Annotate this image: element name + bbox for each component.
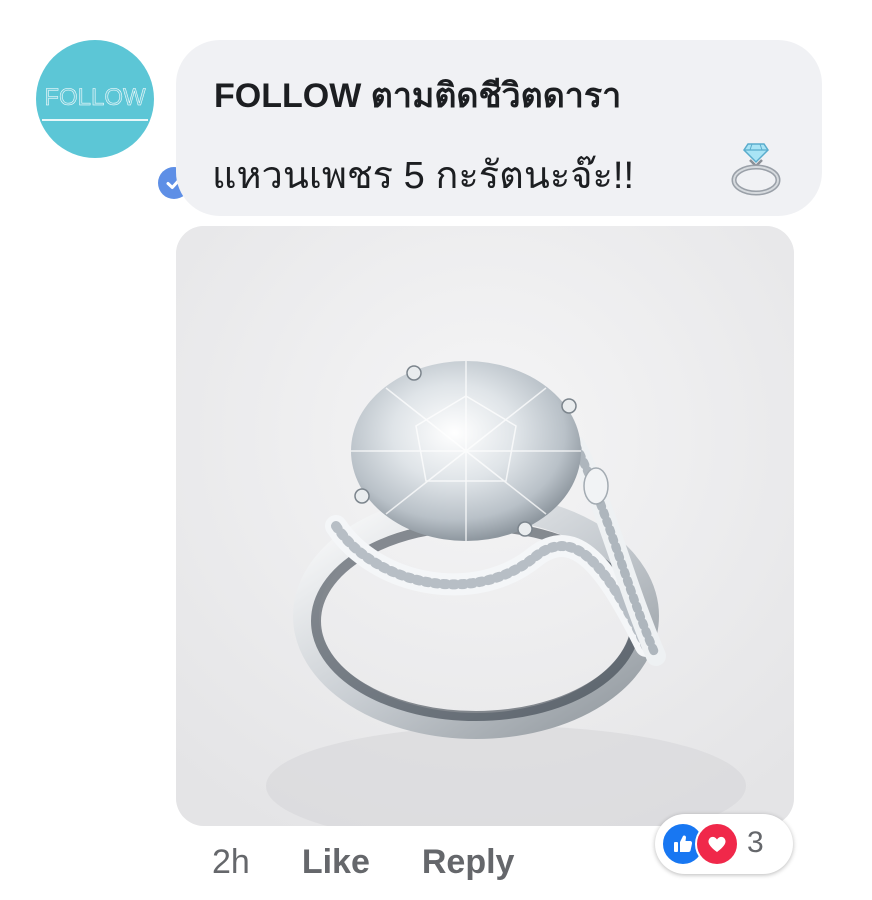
comment: FOLLOW FOLLOW ตามติดชีวิตดารา แหวนเพชร 5… — [0, 0, 872, 900]
like-button[interactable]: Like — [302, 843, 370, 882]
avatar-logo-underline — [42, 119, 148, 121]
comment-author[interactable]: FOLLOW ตามติดชีวิตดารา — [214, 68, 621, 122]
avatar[interactable]: FOLLOW — [36, 40, 195, 204]
comment-actions: 2h Like Reply — [212, 838, 514, 886]
reaction-count: 3 — [747, 826, 764, 859]
love-reaction-icon — [695, 822, 739, 866]
attached-photo[interactable] — [176, 226, 794, 826]
avatar-logo-text: FOLLOW — [44, 84, 146, 112]
reply-button[interactable]: Reply — [422, 843, 515, 882]
diamond-ring-photo — [176, 226, 794, 826]
comment-timestamp[interactable]: 2h — [212, 843, 250, 882]
comment-text: แหวนเพชร 5 กะรัตนะจ๊ะ!! — [212, 155, 635, 197]
ring-icon — [731, 143, 781, 196]
comment-bubble: FOLLOW ตามติดชีวิตดารา แหวนเพชร 5 กะรัตน… — [176, 40, 822, 216]
reactions-summary[interactable]: 3 — [655, 814, 793, 874]
